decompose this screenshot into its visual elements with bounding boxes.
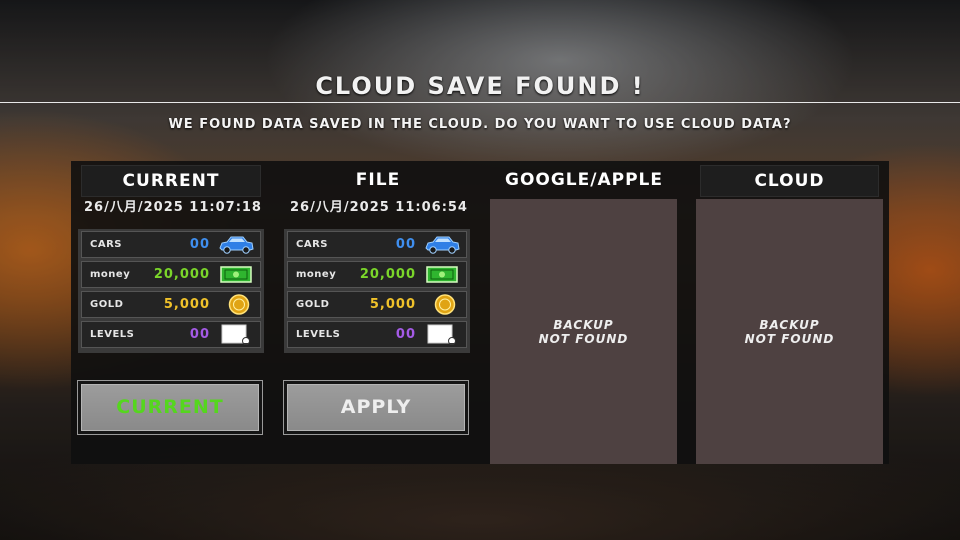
dialog-subtitle: WE FOUND DATA SAVED IN THE CLOUD. DO YOU…	[168, 117, 792, 132]
car-icon	[219, 236, 254, 254]
stat-row-levels: LEVELS 00	[287, 321, 467, 348]
backup-status-message: BACKUP NOT FOUND	[538, 317, 629, 346]
current-button[interactable]: CURRENT	[77, 380, 263, 435]
car-icon	[425, 236, 460, 254]
stat-row-money: money 20,000	[81, 261, 261, 288]
dialog-title: CLOUD SAVE FOUND !	[315, 72, 645, 100]
stat-value: 5,000	[163, 297, 210, 312]
stat-row-money: money 20,000	[287, 261, 467, 288]
column-header-google-apple: GOOGLE/APPLE	[505, 170, 663, 190]
stat-label: money	[296, 269, 337, 280]
stat-label: GOLD	[296, 299, 330, 310]
file-save-date: 26/八月/2025 11:06:54	[290, 200, 468, 215]
stat-row-cars: CARS 00	[81, 231, 261, 258]
apply-button[interactable]: APPLY	[283, 380, 469, 435]
stat-value: 00	[189, 237, 210, 252]
column-header-current: CURRENT	[81, 165, 261, 197]
stat-value: 00	[189, 327, 210, 342]
apply-button-label: APPLY	[287, 384, 465, 431]
stat-value: 5,000	[369, 297, 416, 312]
cloud-backup-slot[interactable]: BACKUP NOT FOUND	[696, 199, 883, 464]
current-button-label: CURRENT	[81, 384, 259, 431]
cash-icon	[426, 266, 458, 283]
stat-row-gold: GOLD 5,000	[81, 291, 261, 318]
stat-value: 20,000	[153, 267, 210, 282]
stat-label: CARS	[296, 239, 328, 250]
column-header-cloud: CLOUD	[700, 165, 879, 197]
certificate-icon	[221, 324, 250, 345]
stat-label: GOLD	[90, 299, 124, 310]
column-header-file: FILE	[355, 170, 401, 190]
current-stats-list: CARS 00 money 20,000 GOLD 5,000 LEVELS 0…	[78, 229, 264, 353]
stat-label: LEVELS	[90, 329, 135, 340]
stat-label: CARS	[90, 239, 122, 250]
stat-row-cars: CARS 00	[287, 231, 467, 258]
stat-value: 00	[395, 237, 416, 252]
current-save-date: 26/八月/2025 11:07:18	[84, 200, 262, 215]
gold-coin-icon	[228, 294, 250, 315]
backup-status-message: BACKUP NOT FOUND	[744, 317, 835, 346]
file-stats-list: CARS 00 money 20,000 GOLD 5,000 LEVELS 0…	[284, 229, 470, 353]
gold-coin-icon	[434, 294, 456, 315]
cash-icon	[220, 266, 252, 283]
stat-label: money	[90, 269, 131, 280]
stat-row-levels: LEVELS 00	[81, 321, 261, 348]
stat-value: 20,000	[359, 267, 416, 282]
google-apple-backup-slot[interactable]: BACKUP NOT FOUND	[490, 199, 677, 464]
title-divider	[0, 102, 960, 103]
stat-row-gold: GOLD 5,000	[287, 291, 467, 318]
stat-label: LEVELS	[296, 329, 341, 340]
stat-value: 00	[395, 327, 416, 342]
certificate-icon	[427, 324, 456, 345]
